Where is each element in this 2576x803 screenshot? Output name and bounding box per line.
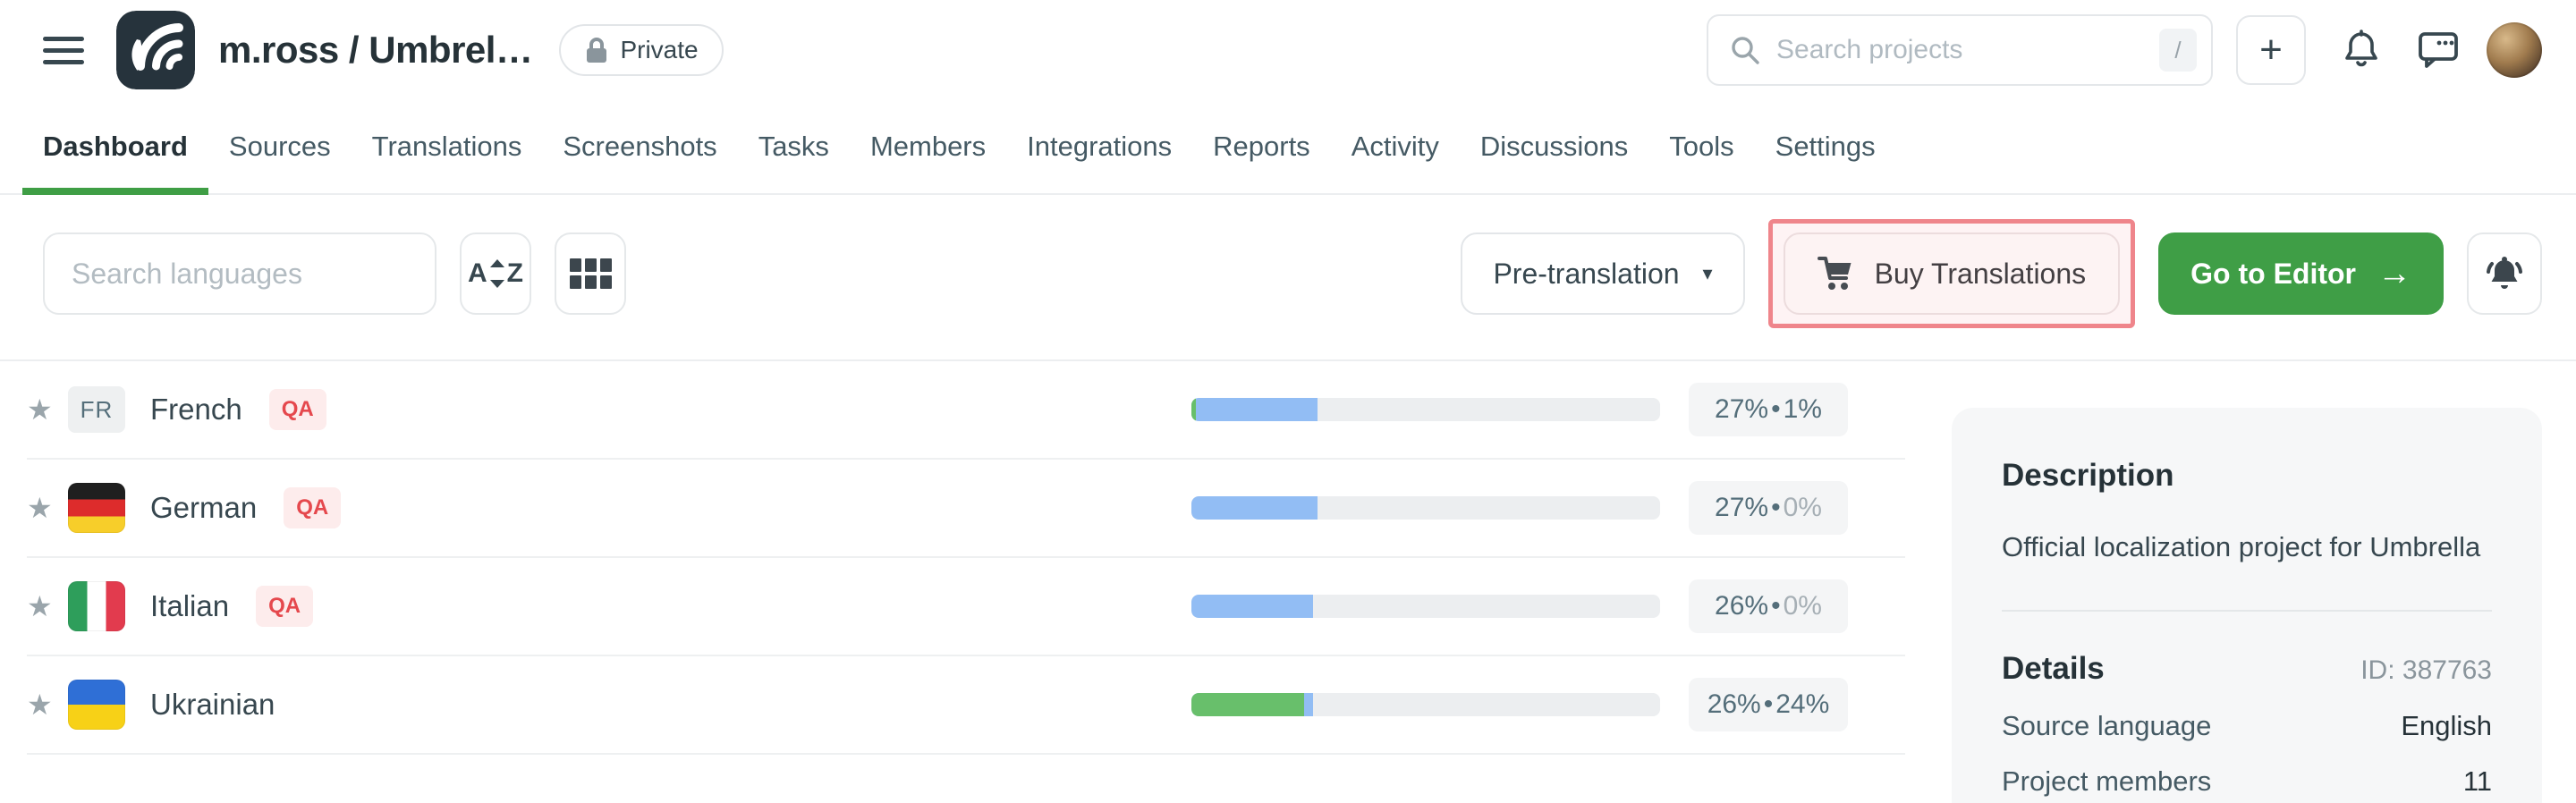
project-search[interactable]: /	[1707, 14, 2213, 86]
panel-divider	[2002, 610, 2492, 612]
language-row-ukrainian[interactable]: ★ Ukrainian QA 26% • 24%	[27, 656, 1905, 755]
sort-az-icon: A Z	[468, 258, 523, 289]
description-title: Description	[2002, 458, 2492, 494]
description-text: Official localization project for Umbrel…	[2002, 531, 2492, 563]
tab-dashboard[interactable]: Dashboard	[22, 100, 208, 193]
qa-badge[interactable]: QA	[256, 586, 313, 627]
translation-progress-bar	[1191, 398, 1660, 421]
buy-translations-button[interactable]: Buy Translations	[1784, 232, 2121, 315]
go-to-editor-label: Go to Editor	[2190, 258, 2356, 291]
star-icon[interactable]: ★	[27, 688, 68, 722]
language-row-german[interactable]: ★ German QA 27% • 0%	[27, 460, 1905, 558]
menu-icon[interactable]	[43, 32, 84, 68]
crowdin-logo[interactable]	[116, 11, 195, 89]
qa-badge[interactable]: QA	[284, 487, 341, 528]
ringing-bell-icon	[2483, 253, 2526, 294]
lock-icon	[584, 37, 609, 63]
user-avatar[interactable]	[2487, 22, 2542, 78]
grid-view-icon	[570, 258, 612, 289]
language-name[interactable]: German	[150, 491, 257, 525]
buy-translations-label: Buy Translations	[1875, 258, 2087, 291]
language-name[interactable]: Ukrainian	[150, 688, 275, 722]
go-to-editor-button[interactable]: Go to Editor →	[2158, 232, 2444, 315]
tab-tasks[interactable]: Tasks	[738, 100, 850, 193]
language-row-french[interactable]: ★ FR French QA 27% • 1%	[27, 361, 1905, 460]
project-id: ID: 387763	[2360, 655, 2492, 686]
sort-az-button[interactable]: A Z	[460, 232, 531, 315]
language-flag-german	[68, 483, 125, 533]
detail-row-source-language: Source languageEnglish	[2002, 710, 2492, 742]
tab-tools[interactable]: Tools	[1648, 100, 1754, 193]
project-nav: Dashboard Sources Translations Screensho…	[0, 100, 2576, 195]
pre-translation-dropdown[interactable]: Pre-translation ▾	[1461, 232, 1744, 315]
tab-translations[interactable]: Translations	[352, 100, 543, 193]
chevron-down-icon: ▾	[1703, 262, 1713, 285]
language-name[interactable]: Italian	[150, 589, 229, 623]
search-projects-input[interactable]	[1776, 35, 2159, 65]
language-flag-italian	[68, 581, 125, 631]
progress-percent-badge: 27% • 0%	[1689, 481, 1848, 535]
star-icon[interactable]: ★	[27, 491, 68, 525]
star-icon[interactable]: ★	[27, 393, 68, 427]
details-title: Details	[2002, 651, 2105, 687]
dashboard-toolbar: A Z Pre-translation ▾ Buy Translations G…	[43, 220, 2542, 327]
tab-sources[interactable]: Sources	[208, 100, 352, 193]
privacy-badge: Private	[559, 24, 723, 76]
create-project-button[interactable]: +	[2236, 15, 2306, 85]
language-name[interactable]: French	[150, 393, 242, 427]
star-icon[interactable]: ★	[27, 589, 68, 623]
language-flag-ukrainian	[68, 680, 125, 730]
qa-badge[interactable]: QA	[269, 389, 326, 430]
translation-progress-bar	[1191, 693, 1660, 716]
tab-screenshots[interactable]: Screenshots	[542, 100, 737, 193]
project-title: m.ross / Umbrel…	[218, 29, 532, 72]
progress-percent-badge: 26% • 24%	[1689, 678, 1848, 731]
search-icon	[1730, 35, 1760, 65]
tab-integrations[interactable]: Integrations	[1006, 100, 1192, 193]
tab-discussions[interactable]: Discussions	[1460, 100, 1648, 193]
progress-percent-badge: 27% • 1%	[1689, 383, 1848, 436]
progress-percent-badge: 26% • 0%	[1689, 579, 1848, 633]
privacy-badge-label: Private	[620, 36, 698, 64]
pre-translation-label: Pre-translation	[1493, 258, 1679, 291]
messages-icon[interactable]	[2410, 21, 2467, 79]
project-info-panel: Description Official localization projec…	[1952, 408, 2542, 803]
arrow-right-icon: →	[2377, 255, 2411, 293]
translation-progress-bar	[1191, 595, 1660, 618]
tab-members[interactable]: Members	[850, 100, 1006, 193]
search-languages-input[interactable]	[43, 232, 436, 315]
detail-row-project-members: Project members11	[2002, 765, 2492, 798]
top-header: m.ross / Umbrel… Private / +	[0, 0, 2576, 100]
tab-activity[interactable]: Activity	[1331, 100, 1460, 193]
translation-progress-bar	[1191, 496, 1660, 520]
tab-settings[interactable]: Settings	[1755, 100, 1896, 193]
annotation-highlight: Buy Translations	[1768, 219, 2136, 328]
language-row-italian[interactable]: ★ Italian QA 26% • 0%	[27, 558, 1905, 656]
subscribe-notifications-button[interactable]	[2467, 232, 2542, 315]
cart-icon	[1818, 256, 1855, 292]
grid-view-button[interactable]	[555, 232, 626, 315]
tab-reports[interactable]: Reports	[1192, 100, 1331, 193]
language-code-badge: FR	[68, 386, 125, 433]
notifications-bell-icon[interactable]	[2333, 21, 2390, 79]
language-list: ★ FR French QA 27% • 1% ★ German QA 27%	[27, 361, 1905, 755]
search-shortcut-chip: /	[2159, 29, 2197, 72]
